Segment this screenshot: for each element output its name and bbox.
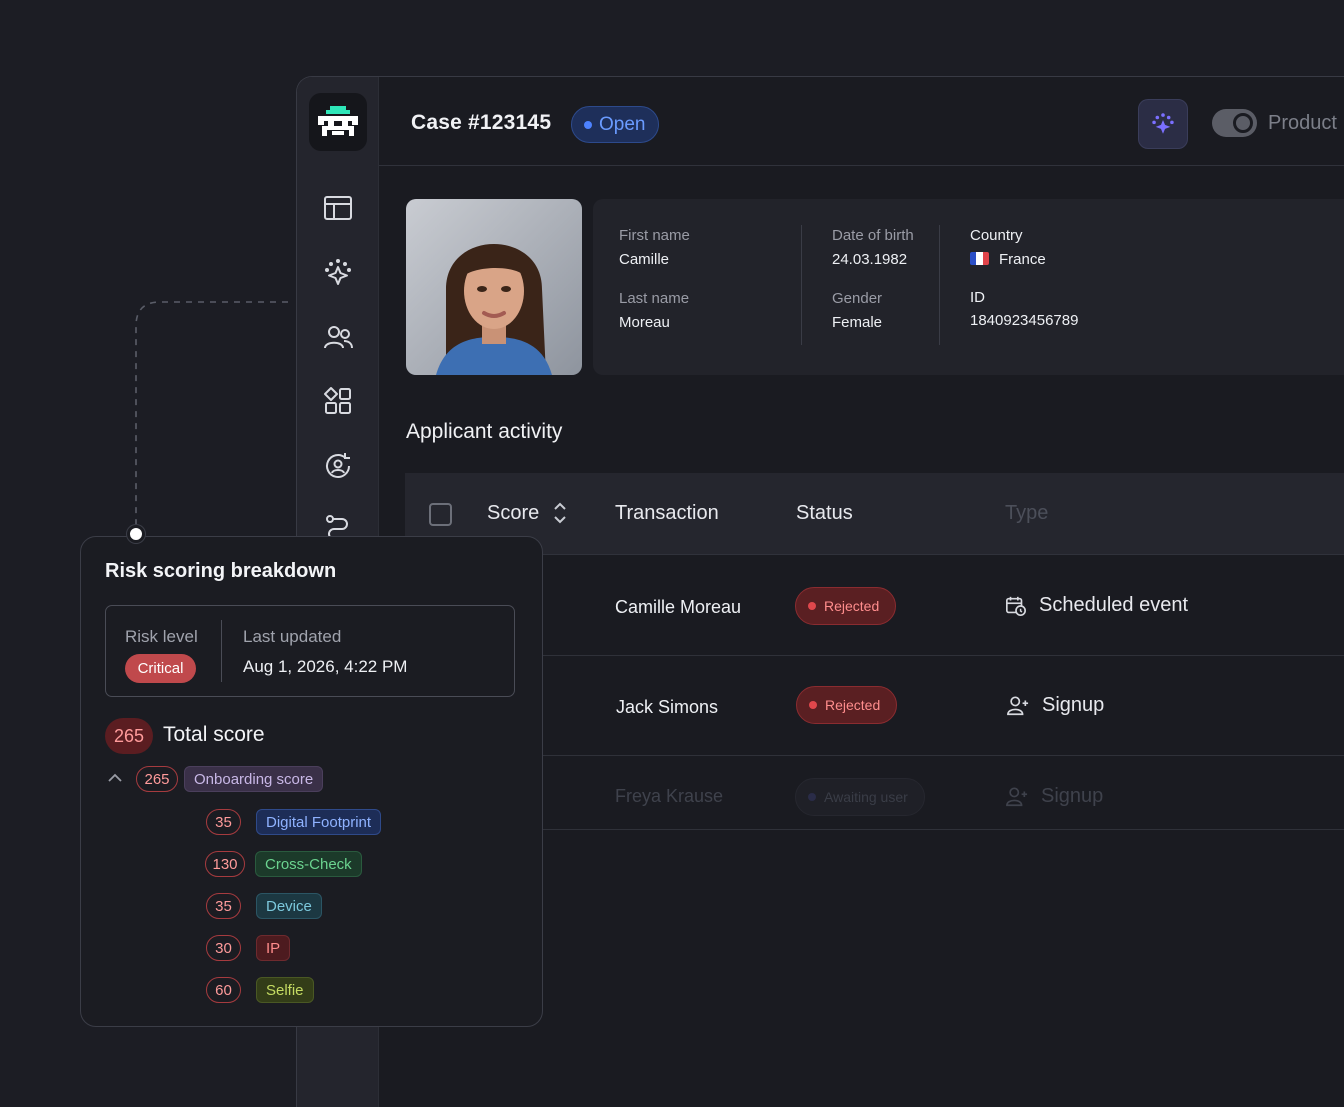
alien-logo-icon bbox=[318, 106, 358, 136]
type-cell: Signup bbox=[1006, 694, 1104, 717]
total-score-badge: 265 bbox=[105, 718, 153, 754]
status-badge: Rejected bbox=[795, 587, 896, 625]
risk-divider bbox=[221, 620, 222, 682]
product-toggle-label: Product bbox=[1268, 112, 1337, 134]
table-row[interactable]: Camille Moreau Rejected Scheduled event bbox=[405, 556, 1344, 656]
country-value: France bbox=[970, 251, 1046, 268]
sparkle-paw-icon bbox=[1152, 113, 1174, 134]
type-label: Scheduled event bbox=[1039, 594, 1189, 616]
ai-assistant-button[interactable] bbox=[1138, 99, 1188, 149]
score-tag-ip: IP bbox=[256, 935, 291, 961]
status-label: Rejected bbox=[824, 598, 880, 614]
risk-scoring-panel: Risk scoring breakdown Risk level Critic… bbox=[80, 536, 543, 1027]
last-name-label: Last name bbox=[619, 290, 690, 307]
type-cell: Signup bbox=[1005, 785, 1103, 808]
last-updated-label: Last updated bbox=[243, 627, 342, 646]
column-transaction[interactable]: Transaction bbox=[615, 502, 719, 525]
score-badge: 60 bbox=[206, 977, 241, 1003]
table-row[interactable]: Jack Simons Rejected Signup bbox=[405, 656, 1344, 756]
france-flag-icon bbox=[970, 252, 989, 265]
column-type[interactable]: Type bbox=[1005, 502, 1048, 525]
connector-line bbox=[135, 301, 288, 530]
info-divider bbox=[939, 225, 940, 345]
app-logo[interactable] bbox=[309, 93, 367, 151]
score-badge: 130 bbox=[205, 851, 245, 877]
dob-label: Date of birth bbox=[832, 227, 914, 244]
select-all-checkbox[interactable] bbox=[429, 503, 452, 526]
sidebar-item-users[interactable] bbox=[321, 320, 355, 354]
toggle-knob bbox=[1233, 113, 1253, 133]
transaction-name: Jack Simons bbox=[616, 697, 719, 717]
status-label: Rejected bbox=[825, 697, 881, 713]
score-badge: 35 bbox=[206, 893, 241, 919]
id-value: 1840923456789 bbox=[970, 312, 1079, 329]
gender-value: Female bbox=[832, 314, 883, 331]
column-score[interactable]: Score bbox=[487, 502, 539, 525]
case-status-label: Open bbox=[599, 113, 646, 135]
score-tag-digital-footprint: Digital Footprint bbox=[256, 809, 382, 835]
applicant-info-card: First name Camille Last name Moreau Date… bbox=[593, 199, 1344, 375]
status-dot bbox=[809, 701, 817, 709]
risk-panel-title: Risk scoring breakdown bbox=[105, 560, 337, 582]
status-label: Awaiting user bbox=[824, 789, 908, 805]
product-toggle[interactable] bbox=[1212, 109, 1257, 137]
score-badge: 35 bbox=[206, 809, 241, 835]
total-score-label: Total score bbox=[163, 723, 265, 746]
table-row[interactable]: Freya Krause Awaiting user Signup bbox=[405, 756, 1344, 830]
sidebar-item-ai[interactable] bbox=[321, 255, 355, 289]
activity-table-header: Score Transaction Status Type bbox=[405, 473, 1344, 555]
user-plus-icon bbox=[1007, 695, 1029, 715]
user-plus-icon bbox=[1006, 786, 1028, 806]
case-header: Case #123145 Open Product bbox=[379, 77, 1344, 166]
dob-value: 24.03.1982 bbox=[832, 251, 908, 268]
case-status-badge[interactable]: Open bbox=[571, 106, 659, 143]
risk-level-label: Risk level bbox=[125, 627, 198, 646]
case-title: Case #123145 bbox=[411, 111, 552, 134]
id-label: ID bbox=[970, 289, 985, 306]
gender-label: Gender bbox=[832, 290, 883, 307]
last-name-value: Moreau bbox=[619, 314, 670, 331]
country-label: Country bbox=[970, 227, 1023, 244]
first-name-value: Camille bbox=[619, 251, 670, 268]
type-label: Signup bbox=[1041, 785, 1104, 807]
score-tag-cross-check: Cross-Check bbox=[255, 851, 362, 877]
score-tag-selfie: Selfie bbox=[256, 977, 314, 1003]
score-tag-device: Device bbox=[256, 893, 322, 919]
risk-level-badge: Critical bbox=[125, 654, 196, 683]
transaction-name: Freya Krause bbox=[615, 786, 724, 806]
sidebar-item-reverify[interactable] bbox=[321, 449, 355, 483]
transaction-name: Camille Moreau bbox=[615, 597, 742, 617]
score-badge: 30 bbox=[206, 935, 241, 961]
applicant-activity-title: Applicant activity bbox=[406, 420, 563, 443]
status-badge: Rejected bbox=[796, 686, 897, 724]
user-refresh-icon bbox=[326, 453, 350, 478]
calendar-clock-icon bbox=[1006, 596, 1026, 616]
first-name-label: First name bbox=[619, 227, 690, 244]
status-dot bbox=[584, 120, 592, 129]
chevron-up-icon[interactable] bbox=[107, 772, 123, 784]
column-status[interactable]: Status bbox=[796, 502, 853, 525]
onboarding-score-badge: 265 bbox=[136, 766, 178, 792]
country-name: France bbox=[999, 251, 1046, 268]
type-label: Signup bbox=[1042, 694, 1105, 716]
applicant-photo bbox=[406, 199, 582, 375]
sidebar-item-widgets[interactable] bbox=[321, 384, 355, 418]
onboarding-score-tag: Onboarding score bbox=[184, 766, 324, 792]
last-updated-value: Aug 1, 2026, 4:22 PM bbox=[243, 657, 408, 676]
status-dot bbox=[808, 602, 816, 610]
sort-icon[interactable] bbox=[553, 500, 567, 526]
status-badge: Awaiting user bbox=[795, 778, 925, 816]
risk-summary-box: Risk level Critical Last updated Aug 1, … bbox=[105, 605, 515, 697]
sidebar-item-dashboard[interactable] bbox=[321, 191, 355, 225]
users-icon bbox=[324, 326, 353, 349]
widgets-icon bbox=[324, 387, 351, 414]
type-cell: Scheduled event bbox=[1005, 594, 1188, 617]
sparkle-paw-icon bbox=[325, 259, 351, 285]
status-dot bbox=[808, 793, 816, 801]
info-divider bbox=[801, 225, 802, 345]
connector-dot bbox=[127, 525, 145, 543]
layout-icon bbox=[324, 196, 352, 220]
